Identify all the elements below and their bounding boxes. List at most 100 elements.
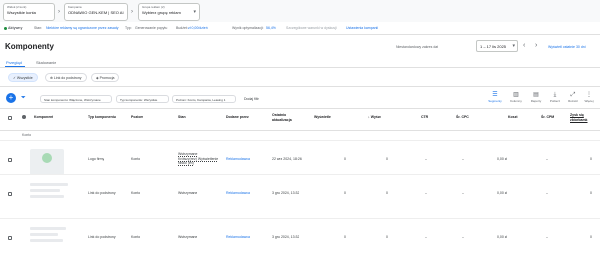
adgroup-selector-value: Wybierz grupę reklam — [142, 10, 181, 15]
chip-promotion[interactable]: ◈ Promocja — [91, 73, 120, 82]
cell-state[interactable]: Wstrzymane — [178, 191, 197, 195]
cell-level: Konto — [131, 235, 141, 239]
chip-sitelink-label: Link do podstrony — [53, 76, 82, 80]
cell-ctr: – — [425, 191, 427, 195]
sitelink-preview-line — [30, 195, 64, 198]
filter-chip-type[interactable]: Typ komponentu: Wszystkie — [116, 95, 169, 103]
cell-impressions: 0 — [344, 191, 346, 195]
sitelink-preview — [30, 227, 72, 242]
tab-overview[interactable]: Przegląd — [6, 60, 22, 65]
cell-cpc: – — [462, 191, 464, 195]
page-title: Komponenty — [5, 42, 54, 51]
cell-clicks: 0 — [386, 235, 388, 239]
divider — [0, 67, 600, 68]
cell-ctr: – — [425, 235, 427, 239]
compare-period-link[interactable]: Wyświetl ostatnie 30 dni — [548, 45, 586, 49]
segments-button[interactable]: ☰ Segmenty — [484, 92, 506, 103]
account-selector-value: Wszystkie konta — [7, 10, 36, 15]
adgroup-selector-label: Grupa reklam (2) — [142, 5, 165, 9]
type-label: Stan: — [34, 26, 43, 30]
next-period-icon[interactable]: › — [535, 42, 537, 49]
filter-chip-state[interactable]: Stan komponentu: Włączone, Wstrzymane — [40, 95, 112, 103]
more-button[interactable]: ⋮ Więcej — [578, 92, 600, 103]
previous-period-icon[interactable]: ‹ — [523, 42, 525, 49]
table-row[interactable]: Link do podstrony Konto Wstrzymane Rekla… — [0, 219, 600, 262]
chevron-down-icon: ▾ — [512, 43, 515, 49]
sitelink-preview-line — [30, 189, 60, 192]
add-button[interactable]: + — [6, 93, 16, 103]
columns-button[interactable]: ▥ Kolumny — [505, 92, 527, 103]
status-column-icon — [22, 115, 26, 119]
campaign-settings-link[interactable]: Ustawienia kampanii — [346, 26, 378, 30]
cell-cost: 0,00 zł — [497, 157, 508, 161]
chevron-right-icon: › — [131, 9, 133, 15]
goal-label: Typ: — [125, 26, 132, 30]
tab-scaling[interactable]: Skalowanie — [36, 60, 56, 65]
cell-impressions: 0 — [344, 157, 346, 161]
chevron-down-icon: ▾ — [193, 9, 196, 15]
columns-icon: ▥ — [513, 92, 519, 98]
filter-icon[interactable]: ⏷ — [21, 95, 26, 102]
logo-image — [42, 153, 52, 163]
score-value[interactable]: 56,4% — [266, 26, 276, 30]
divider — [0, 130, 600, 131]
cell-type: Logo firmy — [88, 157, 105, 161]
sitelink-preview-line — [30, 233, 58, 236]
divider — [0, 34, 600, 35]
chip-all[interactable]: ✓ Wszystkie — [8, 73, 38, 82]
chip-sitelink[interactable]: ⊕ Link do podstrony — [45, 73, 87, 82]
more-icon: ⋮ — [586, 92, 592, 98]
goal-value: Generowanie popytu — [135, 26, 168, 30]
segments-label: Segmenty — [488, 99, 502, 103]
sitelink-preview-line — [30, 239, 63, 242]
extra-setting-link[interactable]: Szczegółowe warunki w dyskusji — [286, 26, 337, 30]
cell-impressions: 0 — [344, 235, 346, 239]
chip-promotion-label: Promocja — [99, 76, 115, 80]
date-range-picker[interactable]: 1 – 17 lis 2025 ▾ — [476, 40, 518, 52]
segments-icon: ☰ — [492, 92, 498, 98]
expand-label: Rozwiń — [568, 99, 578, 103]
cell-added-by[interactable]: Reklamodawca — [226, 235, 250, 239]
campaign-selector-value: ODNAWIO GEN-KEM | SEO AI — [68, 10, 124, 15]
sitelink-preview-line — [30, 227, 66, 230]
campaign-selector[interactable]: Kampania ODNAWIO GEN-KEM | SEO AI — [64, 3, 128, 21]
cell-state[interactable]: Wstrzymane Krótszy(rez) Wyświetlenie Nis… — [178, 152, 222, 166]
cell-type: Link do podstrony — [88, 191, 116, 195]
row-checkbox[interactable] — [8, 236, 12, 240]
adgroup-selector[interactable]: Grupa reklam (2) Wybierz grupę reklam ▾ — [138, 3, 200, 21]
row-checkbox[interactable] — [8, 158, 12, 162]
cell-cpm: – — [546, 191, 548, 195]
chip-all-label: Wszystkie — [16, 76, 33, 80]
cell-level: Konto — [131, 157, 141, 161]
cell-cpc: – — [462, 157, 464, 161]
campaign-selector-label: Kampania — [68, 5, 82, 9]
sitelink-preview — [30, 183, 72, 198]
budget-value[interactable]: zł 0,00/dzień — [188, 26, 208, 30]
state-value: Aktywny — [8, 26, 23, 30]
chevron-right-icon: › — [58, 9, 60, 15]
more-label: Więcej — [584, 99, 594, 103]
cell-cpm: – — [546, 235, 548, 239]
divider — [0, 86, 600, 87]
reports-label: Raporty — [530, 99, 542, 103]
cell-state[interactable]: Wstrzymane — [178, 235, 197, 239]
cell-conversions: 0 — [590, 235, 592, 239]
add-filter-button[interactable]: Dodaj filtr — [244, 97, 259, 101]
date-range-value: 1 – 17 lis 2025 — [480, 44, 507, 49]
cell-added-by[interactable]: Reklamodawca — [226, 191, 250, 195]
filter-chip-level[interactable]: Poziom: Konto, Kampania, Leasing 1 — [172, 95, 236, 103]
row-checkbox[interactable] — [8, 192, 12, 196]
section-subheader: Konto — [22, 133, 32, 137]
sitelink-preview-line — [30, 183, 68, 186]
table-row[interactable]: Link do podstrony Konto Wstrzymane Rekla… — [0, 175, 600, 219]
cell-cpm: – — [546, 157, 548, 161]
date-range-label: Niestandardowy zakres dat — [396, 45, 439, 49]
policy-link[interactable]: Niektóre reklamy są ograniczone przez za… — [46, 26, 119, 30]
cell-clicks: 0 — [386, 157, 388, 161]
select-all-checkbox[interactable] — [8, 116, 12, 120]
budget-label: Budżet: — [176, 26, 188, 30]
cell-added-by[interactable]: Reklamodawca — [226, 157, 250, 161]
campaign-status-strip: Aktywny Stan: Niektóre reklamy są ograni… — [0, 24, 600, 33]
account-selector-label: Widok (2 kont) — [7, 5, 27, 9]
account-selector[interactable]: Widok (2 kont) Wszystkie konta — [3, 3, 55, 21]
